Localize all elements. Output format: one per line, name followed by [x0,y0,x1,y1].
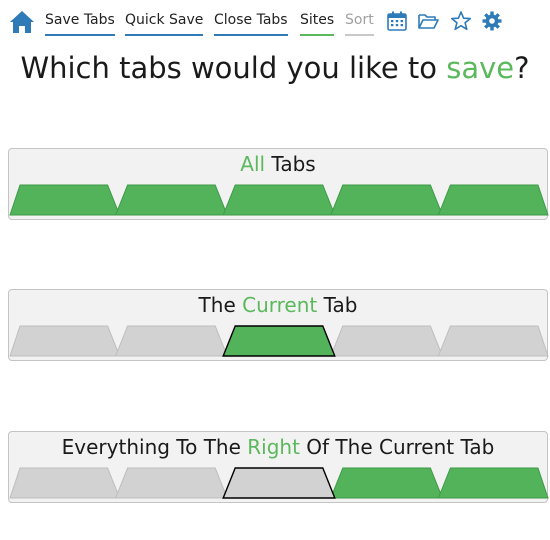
tab-strip [9,184,549,216]
tab-shape-current [222,325,336,357]
option-title: The Current Tab [9,292,547,318]
tab-shape [114,467,228,499]
nav-sort: Sort [345,10,374,36]
option-title: Everything To The Right Of The Current T… [9,434,547,460]
page-heading: Which tabs would you like to save? [0,48,550,88]
heading-text: Which tabs would you like to [20,51,447,85]
star-icon[interactable] [450,10,472,32]
option-title-after: Tab [317,293,358,317]
nav-sites[interactable]: Sites [300,10,335,36]
tab-shape-selected [114,184,228,216]
tab-shape-selected [222,184,336,216]
heading-accent: save [446,51,515,85]
option-title-accent: Right [247,435,300,459]
tab-shape-current [222,467,336,499]
tab-shape-selected [330,467,444,499]
tab-shape [9,467,121,499]
home-icon[interactable] [8,8,36,36]
tab-shape-selected [437,184,549,216]
top-nav: Save Tabs Quick Save Close Tabs Sites So… [0,0,550,40]
folder-open-icon[interactable] [417,10,439,32]
tab-shape [114,325,228,357]
tab-shape-selected [437,467,549,499]
tab-shape [330,325,444,357]
option-title-after: Tabs [265,152,316,176]
heading-end: ? [514,51,530,85]
nav-close-tabs[interactable]: Close Tabs [214,10,288,36]
tab-shape [9,325,121,357]
option-title-after: Of The Current Tab [299,435,495,459]
option-all-tabs[interactable]: All Tabs [8,148,549,220]
tab-shape [437,325,549,357]
option-right-of-current[interactable]: Everything To The Right Of The Current T… [8,431,549,503]
tab-strip [9,325,549,357]
tab-strip [9,467,549,499]
tab-shape-selected [330,184,444,216]
nav-quick-save[interactable]: Quick Save [125,10,204,36]
option-title-accent: Current [242,293,318,317]
gear-icon[interactable] [481,10,503,32]
calendar-icon[interactable] [386,10,408,32]
option-title-before: Everything To The [61,435,248,459]
option-current-tab[interactable]: The Current Tab [8,289,549,361]
option-title-before: The [198,293,243,317]
tab-shape-selected [9,184,121,216]
option-title: All Tabs [9,151,547,177]
nav-save-tabs[interactable]: Save Tabs [45,10,115,36]
option-title-accent: All [240,152,266,176]
